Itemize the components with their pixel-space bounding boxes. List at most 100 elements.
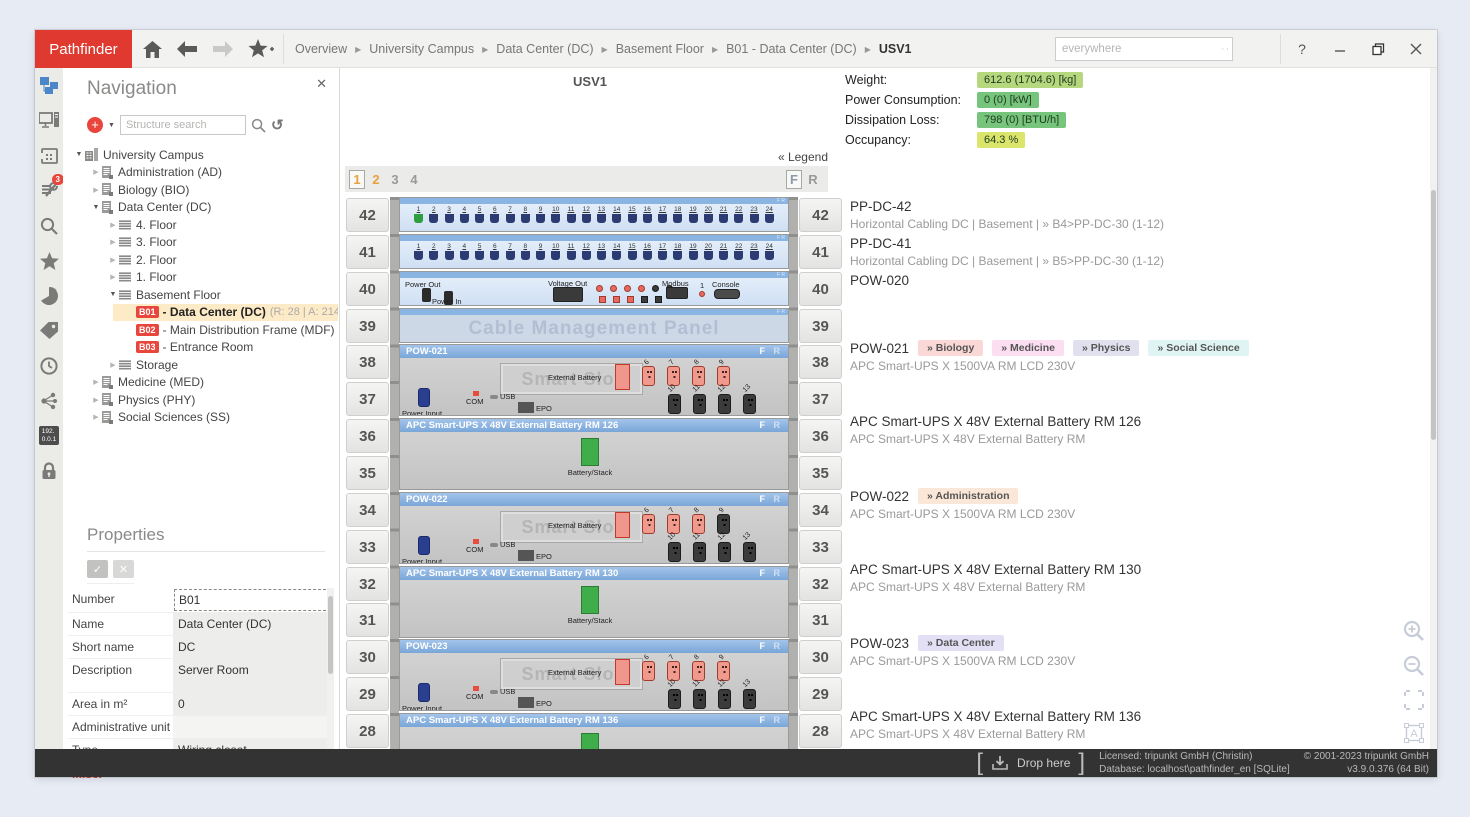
equipment-tag[interactable]: » Biology: [918, 340, 983, 356]
patch-port[interactable]: 6: [489, 206, 500, 223]
patch-port[interactable]: 16: [642, 243, 653, 260]
expand-icon[interactable]: ▶: [90, 396, 102, 404]
expand-icon[interactable]: ▶: [90, 186, 102, 194]
patch-port[interactable]: 17: [657, 243, 668, 260]
equipment-item[interactable]: APC Smart-UPS X 48V External Battery RM …: [850, 414, 1392, 446]
patch-port[interactable]: 20: [703, 243, 714, 260]
patch-port[interactable]: 23: [749, 243, 760, 260]
breadcrumb-item[interactable]: B01 - Data Center (DC): [726, 42, 857, 56]
equipment-item[interactable]: POW-022» AdministrationAPC Smart-UPS X 1…: [850, 488, 1392, 521]
tree-item[interactable]: ▼University Campus: [63, 146, 338, 164]
patch-port[interactable]: 2: [428, 206, 439, 223]
power-outlet[interactable]: [667, 366, 680, 386]
rack-device[interactable]: APC Smart-UPS X 48V External Battery RM …: [399, 566, 789, 638]
minimize-button[interactable]: [1327, 38, 1353, 60]
main-scrollbar[interactable]: [1430, 68, 1437, 749]
tree-item[interactable]: ▶Storage: [63, 356, 338, 374]
epo-connector[interactable]: [518, 697, 534, 708]
power-outlet[interactable]: [718, 689, 731, 709]
expand-icon[interactable]: ▶: [107, 361, 119, 369]
barcode-icon[interactable]: [1227, 42, 1228, 56]
sidebar-item-navigation[interactable]: [35, 68, 63, 103]
patch-port[interactable]: 16: [642, 206, 653, 223]
patch-port[interactable]: 20: [703, 206, 714, 223]
drop-zone[interactable]: [ Drop here ]: [976, 751, 1085, 775]
patch-port[interactable]: 7: [505, 243, 516, 260]
rack-device[interactable]: F R1234567891011121314151617181920212223…: [399, 234, 789, 269]
usb-connector[interactable]: [490, 543, 498, 547]
patch-port[interactable]: 9: [535, 206, 546, 223]
patch-port[interactable]: 11: [566, 243, 577, 260]
rack-unit-number[interactable]: 36: [799, 419, 842, 453]
rack-unit-number[interactable]: 39: [346, 309, 389, 343]
epo-connector[interactable]: [518, 550, 534, 561]
structure-search-input[interactable]: [120, 115, 246, 135]
rack-page-tab[interactable]: 3: [387, 170, 403, 189]
rack-unit-number[interactable]: 38: [799, 345, 842, 379]
zoom-fit-button[interactable]: [1404, 690, 1424, 715]
rack-unit-number[interactable]: 33: [346, 530, 389, 564]
relay-connector[interactable]: [613, 296, 620, 303]
rack-page-tab[interactable]: 2: [368, 170, 384, 189]
equipment-item[interactable]: PP-DC-42Horizontal Cabling DC | Basement…: [850, 199, 1392, 231]
rack-unit-number[interactable]: 34: [346, 493, 389, 527]
equipment-tag[interactable]: » Physics: [1073, 340, 1139, 356]
tree-item[interactable]: ▶Physics (PHY): [63, 391, 338, 409]
navigation-close-button[interactable]: ✕: [316, 76, 327, 92]
rack-unit-number[interactable]: 32: [799, 567, 842, 601]
rack-unit-number[interactable]: 39: [799, 309, 842, 343]
patch-port[interactable]: 22: [733, 243, 744, 260]
patch-port[interactable]: 12: [581, 206, 592, 223]
power-outlet[interactable]: [718, 542, 731, 562]
property-value[interactable]: Server Room: [173, 659, 332, 692]
rack-unit-number[interactable]: 31: [346, 603, 389, 637]
power-input-connector[interactable]: [418, 388, 430, 407]
sidebar-item-tags[interactable]: [35, 313, 63, 348]
patch-port[interactable]: 9: [535, 243, 546, 260]
breadcrumb-item[interactable]: Overview: [295, 42, 347, 56]
patch-port[interactable]: 18: [672, 243, 683, 260]
patch-port[interactable]: 19: [688, 206, 699, 223]
back-button[interactable]: [175, 38, 199, 60]
patch-port[interactable]: 24: [764, 243, 775, 260]
sidebar-item-favorites[interactable]: [35, 243, 63, 278]
rack-device[interactable]: POW-023F RSmart SlotExternal Battery6789…: [399, 639, 789, 711]
apply-button[interactable]: ✓: [87, 560, 108, 578]
rack-unit-number[interactable]: 36: [346, 419, 389, 453]
tree-item[interactable]: ▶Biology (BIO): [63, 181, 338, 199]
equipment-item[interactable]: APC Smart-UPS X 48V External Battery RM …: [850, 709, 1392, 741]
rack-unit-number[interactable]: 40: [346, 272, 389, 306]
expand-icon[interactable]: ▶: [107, 221, 119, 229]
app-logo[interactable]: Pathfinder: [35, 30, 132, 68]
sidebar-item-topology[interactable]: [35, 383, 63, 418]
property-value[interactable]: [173, 716, 332, 738]
relay-connector[interactable]: [599, 296, 606, 303]
properties-scrollbar[interactable]: [327, 588, 334, 773]
sidebar-item-history[interactable]: [35, 348, 63, 383]
relay-connector[interactable]: [624, 285, 631, 292]
relay-connector[interactable]: [596, 285, 603, 292]
tree-item[interactable]: ▶4. Floor: [63, 216, 338, 234]
relay-connector[interactable]: [610, 285, 617, 292]
sidebar-item-security[interactable]: [35, 453, 63, 488]
rack-unit-number[interactable]: 34: [799, 493, 842, 527]
add-node-caret-icon[interactable]: ▼: [108, 122, 115, 129]
expand-icon[interactable]: ▶: [107, 238, 119, 246]
breadcrumb-item[interactable]: Basement Floor: [616, 42, 704, 56]
epo-connector[interactable]: [518, 402, 534, 413]
patch-port[interactable]: 13: [596, 243, 607, 260]
patch-port[interactable]: 3: [444, 243, 455, 260]
patch-port[interactable]: 12: [581, 243, 592, 260]
rack-unit-number[interactable]: 37: [799, 382, 842, 416]
front-view-button[interactable]: F: [786, 170, 802, 189]
tree-item[interactable]: ▶Social Sciences (SS): [63, 409, 338, 427]
rack-device[interactable]: POW-022F RSmart SlotExternal Battery6789…: [399, 492, 789, 564]
collapse-icon[interactable]: ▼: [73, 151, 85, 158]
power-outlet[interactable]: [743, 689, 756, 709]
rack-unit-number[interactable]: 31: [799, 603, 842, 637]
relay-connector[interactable]: [638, 285, 645, 292]
equipment-item[interactable]: APC Smart-UPS X 48V External Battery RM …: [850, 562, 1392, 594]
modbus-port[interactable]: [666, 287, 688, 299]
tree-item[interactable]: ▶3. Floor: [63, 234, 338, 252]
patch-port[interactable]: 13: [596, 206, 607, 223]
